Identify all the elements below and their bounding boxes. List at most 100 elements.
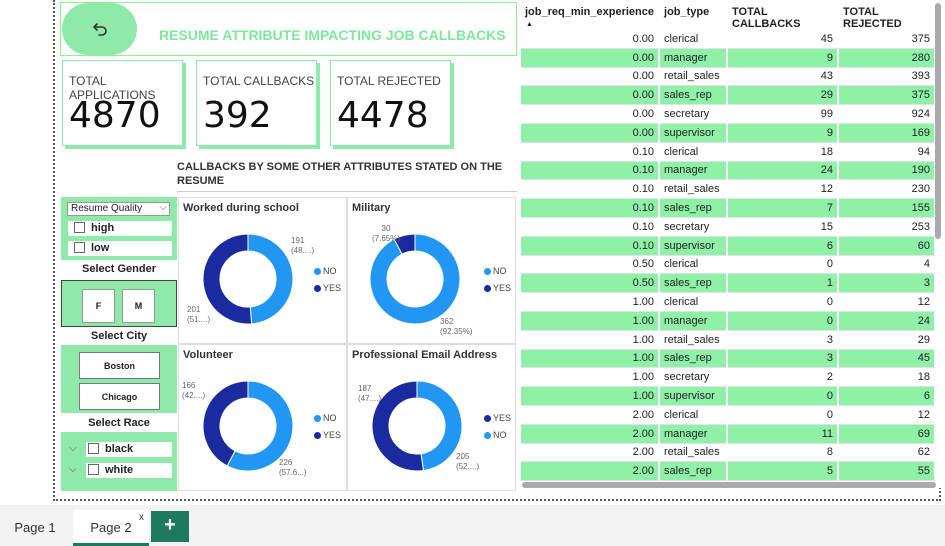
col-header-job-type[interactable]: job_type <box>660 0 729 30</box>
vertical-scrollbar[interactable] <box>935 3 941 239</box>
city-option-boston[interactable]: Boston <box>79 352 160 379</box>
no-data-label: 226 (57.6...) <box>279 458 307 477</box>
table-cell: manager <box>660 48 729 68</box>
legend: YES NO <box>484 410 511 444</box>
table-cell: 190 <box>839 161 937 181</box>
table-row[interactable]: 2.00 clerical 0 12 <box>521 405 937 425</box>
undo-arrow-icon <box>92 23 107 36</box>
table-row[interactable]: 0.50 sales_rep 1 3 <box>521 274 937 294</box>
gender-slicer: F M <box>61 280 177 327</box>
back-button[interactable] <box>62 3 137 55</box>
tab-page-2[interactable]: Page 2 <box>73 510 149 546</box>
no-data-label: 191 (48....) <box>291 236 315 255</box>
table-row[interactable]: 1.00 secretary 2 18 <box>521 368 937 388</box>
table-cell: 1.00 <box>521 387 661 406</box>
close-tab-icon[interactable]: x <box>139 512 144 523</box>
race-option-white[interactable]: white <box>85 462 173 479</box>
donut-slice-no[interactable] <box>247 234 293 324</box>
table-row[interactable]: 2.00 retail_sales 8 62 <box>521 443 937 463</box>
table-row[interactable]: 2.00 manager 11 69 <box>521 424 937 444</box>
table-cell: 3 <box>839 274 937 294</box>
donut-chart <box>372 381 462 471</box>
city-option-chicago[interactable]: Chicago <box>79 383 160 410</box>
resume-quality-dropdown[interactable]: Resume Quality ⌵ <box>67 202 170 216</box>
table-cell: 43 <box>728 67 840 87</box>
table-cell: 4 <box>839 255 937 275</box>
gender-slicer-title: Select Gender <box>82 263 156 275</box>
table-cell: retail_sales <box>660 443 729 463</box>
table-row[interactable]: 0.10 supervisor 6 60 <box>521 236 937 256</box>
table-cell: manager <box>660 424 729 444</box>
legend-item-no: NO <box>314 410 341 427</box>
donut-military: Military 30 (7.65%) 362 (92.35%) NO YES <box>347 197 516 344</box>
table-cell: 3 <box>728 330 840 350</box>
gender-option-f[interactable]: F <box>82 289 115 323</box>
chevron-down-icon[interactable]: ⌵ <box>69 464 77 475</box>
table-row[interactable]: 1.00 retail_sales 3 29 <box>521 330 937 350</box>
table-cell: 0.00 <box>521 86 661 106</box>
table-row[interactable]: 0.10 retail_sales 12 230 <box>521 180 937 200</box>
table-cell: retail_sales <box>660 330 729 350</box>
quality-option-low[interactable]: low <box>67 240 173 257</box>
table-cell: 8 <box>728 443 840 463</box>
table-cell: 9 <box>728 123 840 143</box>
no-data-label: 362 (92.35%) <box>440 317 473 336</box>
table-cell: 55 <box>839 462 937 482</box>
chevron-down-icon[interactable]: ⌵ <box>69 443 77 454</box>
table-cell: sales_rep <box>660 86 729 106</box>
table-row[interactable]: 0.10 secretary 15 253 <box>521 217 937 237</box>
table-cell: 94 <box>839 142 937 162</box>
table-cell: 0.00 <box>521 67 661 87</box>
table-row[interactable]: 0.10 manager 24 190 <box>521 161 937 181</box>
legend-item-no: NO <box>484 427 511 444</box>
kpi-value: 4478 <box>337 95 429 136</box>
table-cell: supervisor <box>660 236 729 256</box>
legend-item-no: NO <box>314 263 341 280</box>
tab-page-1[interactable]: Page 1 <box>5 510 65 546</box>
col-header-total-rejected[interactable]: TOTAL REJECTED <box>839 0 937 30</box>
donut-slice-yes[interactable] <box>203 234 253 324</box>
table-cell: 11 <box>728 424 840 444</box>
table-cell: manager <box>660 311 729 331</box>
table-row[interactable]: 0.10 clerical 18 94 <box>521 142 937 162</box>
kpi-total-applications: TOTAL APPLICATIONS 4870 <box>62 60 183 146</box>
table-row[interactable]: 0.00 supervisor 9 169 <box>521 123 937 143</box>
sort-ascending-icon: ▲ <box>526 21 533 28</box>
table-cell: 24 <box>728 161 840 181</box>
table-cell: 0 <box>728 255 840 275</box>
col-header-experience[interactable]: job_req_min_experience ▲ <box>521 0 661 30</box>
table-row[interactable]: 0.50 clerical 0 4 <box>521 255 937 275</box>
table-row[interactable]: 0.00 clerical 45 375 <box>521 30 937 49</box>
legend-item-yes: YES <box>314 427 341 444</box>
table-cell: 2.00 <box>521 462 661 482</box>
horizontal-scrollbar[interactable] <box>522 482 936 488</box>
table-row[interactable]: 1.00 manager 0 24 <box>521 311 937 331</box>
gender-option-m[interactable]: M <box>122 289 155 323</box>
table-row[interactable]: 0.00 secretary 99 924 <box>521 105 937 124</box>
kpi-total-callbacks: TOTAL CALLBACKS 392 <box>196 60 317 146</box>
quality-option-high[interactable]: high <box>67 220 173 237</box>
col-header-total-callbacks[interactable]: TOTAL CALLBACKS <box>728 0 840 30</box>
table-row[interactable]: 1.00 sales_rep 3 45 <box>521 349 937 369</box>
table-cell: 3 <box>728 349 840 369</box>
table-cell: 2.00 <box>521 405 661 425</box>
table-row[interactable]: 2.00 sales_rep 5 55 <box>521 462 937 482</box>
table-cell: supervisor <box>660 387 729 406</box>
table-row[interactable]: 1.00 supervisor 0 6 <box>521 387 937 406</box>
table-cell: 253 <box>839 217 937 237</box>
add-page-button[interactable]: + <box>151 511 189 542</box>
kpi-total-rejected: TOTAL REJECTED 4478 <box>330 60 451 146</box>
table-row[interactable]: 1.00 clerical 0 12 <box>521 293 937 312</box>
table-cell: sales_rep <box>660 462 729 482</box>
table-cell: 230 <box>839 180 937 200</box>
callbacks-table: job_req_min_experience ▲ job_type TOTAL C… <box>521 0 941 488</box>
chart-title: Worked during school <box>183 202 299 214</box>
table-row[interactable]: 0.00 sales_rep 29 375 <box>521 86 937 106</box>
table-cell: clerical <box>660 255 729 275</box>
table-cell: 60 <box>839 236 937 256</box>
table-row[interactable]: 0.00 retail_sales 43 393 <box>521 67 937 87</box>
race-option-black[interactable]: black <box>85 441 173 458</box>
table-row[interactable]: 0.10 sales_rep 7 155 <box>521 199 937 218</box>
table-row[interactable]: 0.00 manager 9 280 <box>521 48 937 68</box>
yes-data-label: 201 (51....) <box>187 305 211 324</box>
